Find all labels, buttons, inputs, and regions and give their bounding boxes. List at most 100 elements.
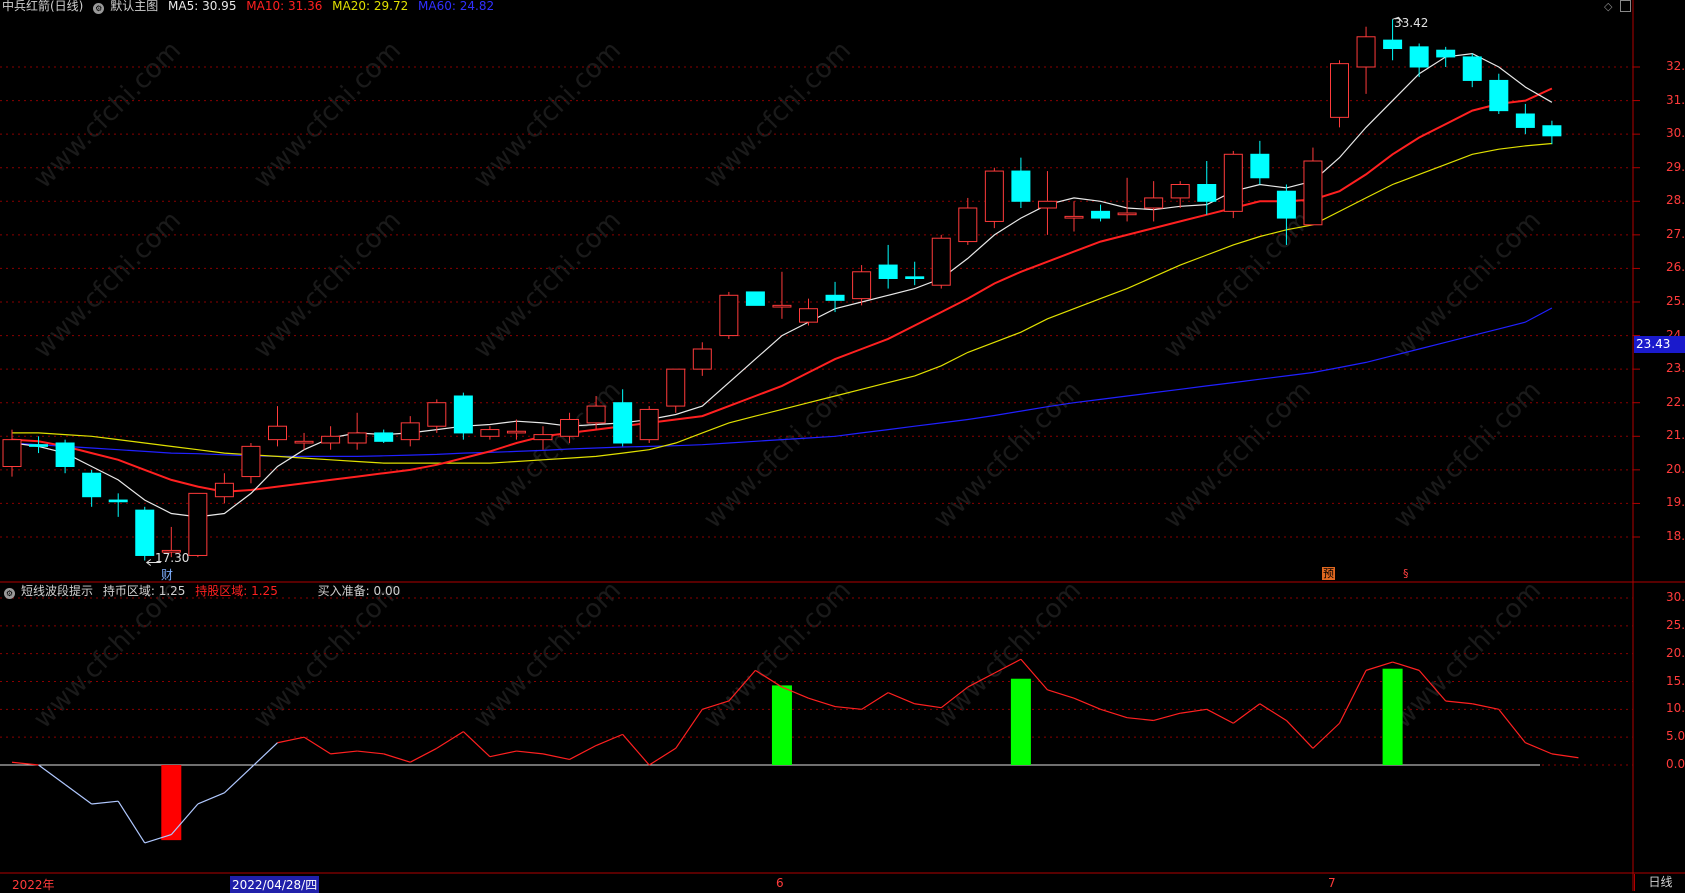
candlestick[interactable] <box>1515 103 1535 135</box>
candle-body <box>400 422 420 441</box>
candlestick[interactable] <box>878 244 898 289</box>
candlestick[interactable] <box>799 298 818 326</box>
candlestick[interactable] <box>1436 46 1456 67</box>
candlestick[interactable] <box>772 271 792 319</box>
candlestick[interactable] <box>1409 43 1429 78</box>
price-tick-label: 21.00 <box>1666 428 1685 443</box>
candlestick[interactable] <box>1276 184 1296 245</box>
candlestick[interactable] <box>984 167 1004 229</box>
indicator-line-segment <box>197 792 225 805</box>
indicator-line-segment <box>940 686 969 709</box>
candle-body <box>745 291 765 306</box>
candlestick[interactable] <box>241 443 261 484</box>
candlestick[interactable] <box>719 291 739 339</box>
candlestick[interactable] <box>1011 157 1031 208</box>
buy-signal-bar[interactable] <box>771 685 792 765</box>
candlestick[interactable] <box>666 368 686 413</box>
indicator-line-segment <box>383 753 411 763</box>
candlestick[interactable] <box>1117 177 1137 222</box>
candlestick[interactable] <box>400 416 420 447</box>
candle-body <box>852 271 872 300</box>
chart-canvas[interactable] <box>0 0 1685 891</box>
candle-body <box>825 294 845 301</box>
indicator-line-segment <box>409 747 438 763</box>
indicator-line-segment <box>223 767 252 794</box>
event-marker[interactable]: § <box>1403 567 1409 580</box>
indicator-line-segment <box>648 747 677 766</box>
candlestick[interactable] <box>1542 120 1562 145</box>
candlestick[interactable] <box>560 412 580 443</box>
forecast-marker[interactable]: 预 <box>1322 567 1335 580</box>
indicator-settings-icon[interactable]: ⚙ <box>4 588 15 599</box>
candlestick[interactable] <box>1091 204 1111 222</box>
indicator-line-segment <box>1206 708 1234 724</box>
finance-marker[interactable]: 财 <box>161 566 173 583</box>
candle-body <box>984 170 1004 222</box>
indicator-name[interactable]: 短线波段提示 <box>21 584 93 598</box>
diamond-icon[interactable]: ◇ <box>1604 0 1612 13</box>
price-tick-label: 32.00 <box>1666 59 1685 73</box>
candlestick[interactable] <box>1330 60 1349 128</box>
candlestick[interactable] <box>55 439 75 474</box>
candlestick[interactable] <box>1356 26 1376 94</box>
price-tick-label: 19.00 <box>1666 495 1685 510</box>
indicator-line-segment <box>808 697 836 708</box>
candlestick[interactable] <box>453 392 473 440</box>
candlestick[interactable] <box>852 265 872 306</box>
candlestick[interactable] <box>931 234 951 289</box>
candlestick[interactable] <box>613 389 633 447</box>
candlestick[interactable] <box>1064 201 1084 232</box>
candlestick[interactable] <box>692 342 712 376</box>
candlestick[interactable] <box>745 291 765 306</box>
candlestick[interactable] <box>1144 181 1164 222</box>
candlestick[interactable] <box>1223 150 1243 219</box>
candlestick[interactable] <box>1197 161 1217 215</box>
candle-body <box>1117 212 1137 216</box>
candle-body <box>639 408 659 441</box>
candlestick[interactable] <box>82 469 102 507</box>
candlestick[interactable] <box>905 261 925 286</box>
candlestick[interactable] <box>214 473 234 504</box>
candlestick[interactable] <box>480 426 500 440</box>
candlestick[interactable] <box>1462 53 1482 88</box>
candlestick[interactable] <box>135 506 155 561</box>
buy-signal-bar[interactable] <box>1382 668 1403 765</box>
candle-body <box>1383 39 1403 50</box>
candlestick[interactable] <box>958 197 978 245</box>
candlestick[interactable] <box>188 492 208 558</box>
indicator-line-segment <box>967 672 995 688</box>
candlestick[interactable] <box>29 436 49 454</box>
candlestick[interactable] <box>1170 181 1190 208</box>
candlestick[interactable] <box>347 412 367 450</box>
candlestick[interactable] <box>374 429 394 443</box>
candlestick[interactable] <box>1250 140 1270 185</box>
indicator-line-segment <box>436 731 464 749</box>
price-tick-label: 28.00 <box>1666 193 1685 208</box>
restore-icon[interactable] <box>1620 0 1631 12</box>
candlestick[interactable] <box>268 406 287 447</box>
candlestick[interactable] <box>427 399 447 433</box>
candlestick[interactable] <box>321 426 341 450</box>
candlestick[interactable] <box>1303 147 1323 226</box>
candle-body <box>1064 215 1084 219</box>
buy-ready-value: 买入准备: 0.00 <box>317 584 401 598</box>
x-label-june: 6 <box>776 876 784 890</box>
candlestick[interactable] <box>1489 73 1509 114</box>
cursor-date-label: 2022/04/28/四 <box>230 876 320 893</box>
indicator-line-segment <box>622 733 650 766</box>
candle-body <box>1303 160 1323 226</box>
candlestick[interactable] <box>533 426 553 450</box>
sell-signal-bar[interactable] <box>161 765 182 841</box>
settings-gear-icon[interactable]: ⚙ <box>93 3 105 14</box>
period-button[interactable]: 日线 <box>1634 874 1685 891</box>
candle-body <box>1276 190 1296 219</box>
x-label-july: 7 <box>1328 876 1336 890</box>
indicator-line-segment <box>250 742 278 769</box>
buy-signal-bar[interactable] <box>1010 678 1031 765</box>
template-label[interactable]: 默认主图 <box>110 0 158 13</box>
indicator-line-segment <box>462 731 491 758</box>
candlestick[interactable] <box>639 406 659 443</box>
candlestick[interactable] <box>1037 171 1057 235</box>
candlestick[interactable] <box>108 493 128 517</box>
stock-title[interactable]: 中兵红箭(日线) <box>2 0 83 13</box>
